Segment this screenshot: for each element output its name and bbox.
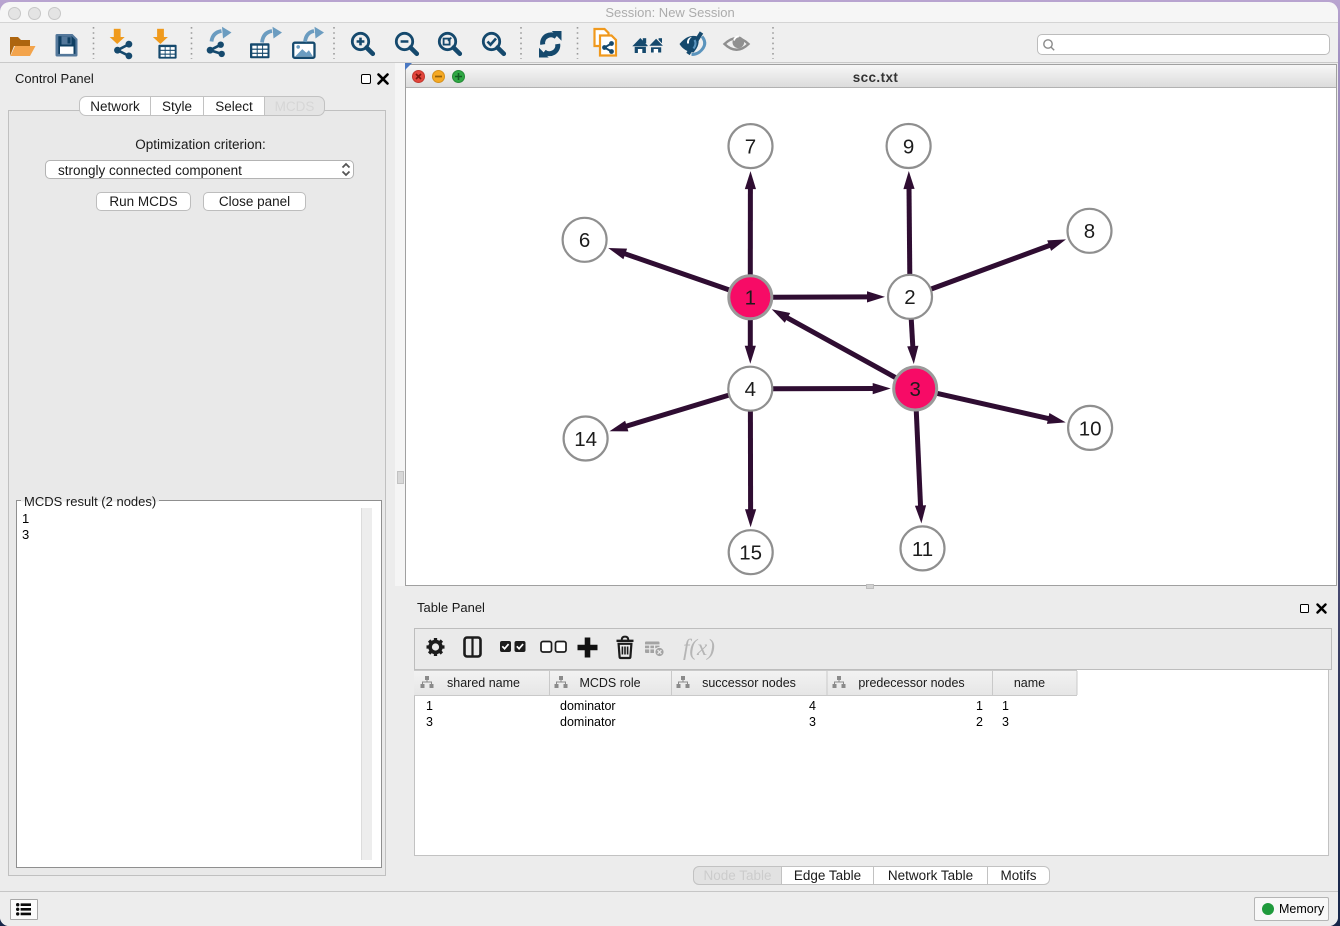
svg-text:11: 11 bbox=[912, 538, 933, 561]
svg-text:9: 9 bbox=[903, 135, 914, 158]
svg-text:15: 15 bbox=[739, 542, 762, 565]
svg-text:14: 14 bbox=[574, 428, 597, 451]
svg-text:6: 6 bbox=[579, 229, 590, 252]
svg-text:1: 1 bbox=[745, 287, 756, 310]
svg-text:8: 8 bbox=[1084, 220, 1095, 243]
svg-text:10: 10 bbox=[1079, 417, 1102, 440]
svg-text:f(x): f(x) bbox=[683, 635, 715, 660]
svg-text:7: 7 bbox=[745, 136, 756, 159]
svg-text:4: 4 bbox=[745, 378, 756, 401]
svg-text:3: 3 bbox=[909, 378, 920, 401]
svg-text:2: 2 bbox=[904, 286, 915, 309]
